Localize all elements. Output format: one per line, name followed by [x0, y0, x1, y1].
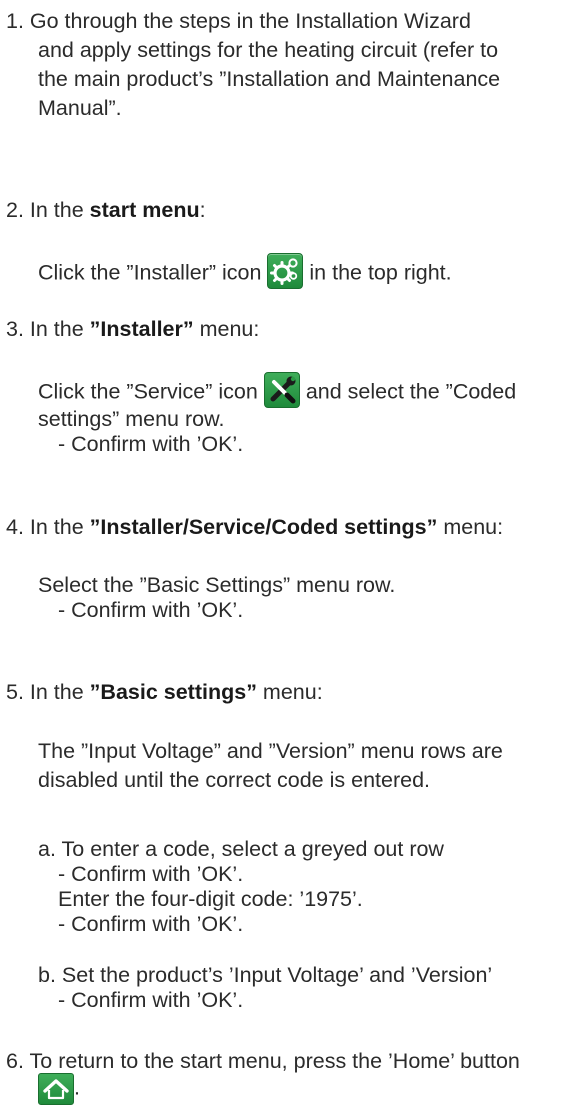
service-wrench-screwdriver-icon [263, 372, 300, 408]
step-2-body-before: Click the ”Installer” icon [38, 260, 268, 285]
step-4-heading: 4. In the ”Installer/Service/Coded setti… [6, 513, 503, 541]
step-5a-confirm-1: - Confirm with ’OK’. [58, 862, 244, 886]
step-4-confirm: - Confirm with ’OK’. [58, 598, 244, 622]
step-2-menu-name: start menu [89, 198, 200, 222]
home-icon [38, 1073, 74, 1105]
step-1-line-3: the main product’s ”Installation and Mai… [38, 67, 501, 91]
step-3-suffix: menu: [193, 317, 260, 341]
step-4-prefix: 4. In the [6, 515, 90, 539]
installer-gears-icon [267, 253, 304, 289]
step-2-heading: 2. In the start menu: [6, 196, 206, 224]
step-1-line-2: and apply settings for the heating circu… [38, 38, 499, 62]
step-5-heading: 5. In the ”Basic settings” menu: [6, 678, 323, 706]
step-1-line-4: Manual”. [38, 96, 122, 120]
step-6-period: . [74, 1075, 80, 1100]
step-3-prefix: 3. In the [6, 317, 90, 341]
step-3-heading: 3. In the ”Installer” menu: [6, 315, 259, 343]
step-3-body-line-2: settings” menu row. [38, 407, 225, 431]
step-6-text: 6. To return to the start menu, press th… [6, 1049, 520, 1073]
step-3-confirm: - Confirm with ’OK’. [58, 432, 244, 456]
step-5a-line-1: a. To enter a code, select a greyed out … [38, 837, 444, 861]
manual-page: { "step1": { "line1": "1. Go through the… [0, 0, 580, 1111]
step-5-prefix: 5. In the [6, 680, 90, 704]
step-5-body-line-2: disabled until the correct code is enter… [38, 768, 431, 792]
step-5b-line-1: b. Set the product’s ’Input Voltage’ and… [38, 963, 493, 987]
step-1-line-1: 1. Go through the steps in the Installat… [6, 9, 471, 33]
step-2-body: Click the ”Installer” icon in the top ri… [38, 253, 452, 292]
step-5-suffix: menu: [256, 680, 323, 704]
step-4-body: Select the ”Basic Settings” menu row. [38, 573, 396, 597]
step-6-icon-line: . [38, 1073, 80, 1105]
step-5a-confirm-2: - Confirm with ’OK’. [58, 912, 244, 936]
step-5a-code: Enter the four-digit code: ’1975’. [58, 887, 363, 911]
step-3-menu-name: ”Installer” [89, 317, 194, 341]
step-2-body-after: in the top right. [309, 260, 452, 285]
step-5-menu-name: ”Basic settings” [89, 680, 257, 704]
step-5-body-line-1: The ”Input Voltage” and ”Version” menu r… [38, 739, 503, 763]
step-4-suffix: menu: [437, 515, 504, 539]
step-2-suffix: : [199, 198, 206, 222]
step-3-body-before: Click the ”Service” icon [38, 379, 264, 404]
step-2-prefix: 2. In the [6, 198, 90, 222]
step-4-menu-name: ”Installer/Service/Coded settings” [89, 515, 438, 539]
step-5b-confirm: - Confirm with ’OK’. [58, 988, 244, 1012]
step-3-body-after: and select the ”Coded [305, 379, 517, 404]
